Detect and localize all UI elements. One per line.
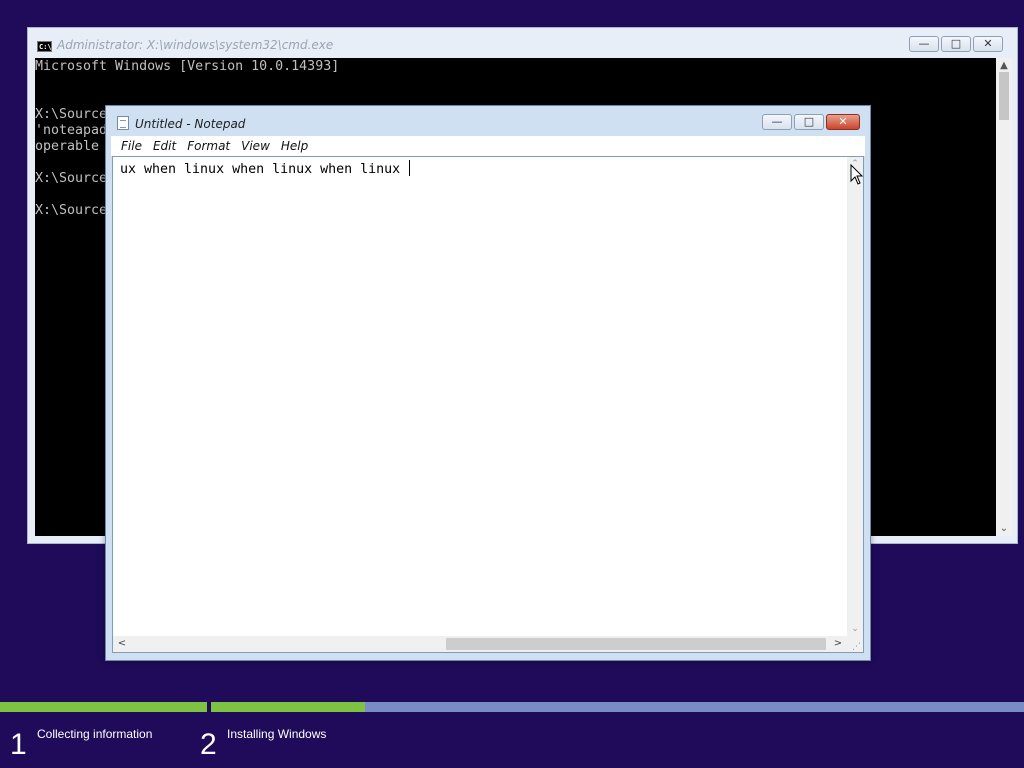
cmd-close-button[interactable]: ✕ [973, 36, 1003, 52]
notepad-icon [117, 116, 129, 130]
notepad-window[interactable]: Untitled - Notepad — □ ✕ File Edit Forma… [105, 105, 871, 661]
menu-edit[interactable]: Edit [152, 139, 177, 153]
console-line: operable [35, 139, 100, 154]
notepad-maximize-button[interactable]: □ [794, 114, 824, 130]
menu-help[interactable]: Help [280, 139, 309, 153]
scroll-down-icon[interactable]: ⌄ [996, 523, 1012, 534]
cmd-icon: C:\ [37, 41, 52, 52]
notepad-text-line: ux when linux when linux when linux [120, 160, 411, 177]
progress-segment-2 [211, 702, 1024, 712]
step-number: 1 [10, 728, 27, 761]
step-number: 2 [200, 728, 217, 761]
notepad-vertical-scrollbar[interactable]: ⌃ ⌄ [847, 157, 863, 636]
notepad-title: Untitled - Notepad [135, 117, 246, 131]
text-caret [409, 160, 411, 176]
cmd-maximize-button[interactable]: □ [941, 36, 971, 52]
cmd-scroll-thumb[interactable] [999, 72, 1009, 120]
scroll-up-icon[interactable]: ▲ [996, 60, 1012, 71]
notepad-caption-buttons: — □ ✕ [762, 114, 860, 132]
notepad-menubar: File Edit Format View Help [111, 136, 865, 156]
cmd-vertical-scrollbar[interactable]: ▲ ⌄ [996, 58, 1012, 536]
menu-file[interactable]: File [120, 139, 143, 153]
step-label: Installing Windows [227, 727, 327, 741]
cmd-minimize-button[interactable]: — [909, 36, 939, 52]
close-icon: ✕ [983, 37, 993, 50]
console-line: X:\Source [35, 203, 108, 218]
progress-fill-2 [211, 702, 366, 712]
progress-fill-1 [0, 702, 207, 712]
setup-steps: 1 Collecting information 2 Installing Wi… [0, 720, 1024, 768]
mouse-pointer-icon [850, 164, 864, 185]
scroll-down-icon[interactable]: ⌄ [847, 624, 863, 634]
console-line: Microsoft Windows [Version 10.0.14393] [35, 59, 340, 74]
progress-segment-1 [0, 702, 207, 712]
scroll-left-icon[interactable]: < [115, 636, 129, 652]
notepad-minimize-button[interactable]: — [762, 114, 792, 130]
minimize-icon: — [918, 37, 930, 50]
setup-progress [0, 702, 1024, 712]
minimize-icon: — [771, 115, 783, 128]
close-icon: ✕ [838, 115, 848, 128]
notepad-horizontal-scrollbar[interactable]: < > [113, 636, 847, 652]
scroll-right-icon[interactable]: > [831, 636, 845, 652]
cmd-window-title: Administrator: X:\windows\system32\cmd.e… [57, 38, 334, 52]
notepad-text-area[interactable]: ux when linux when linux when linux ⌃ ⌄ … [112, 156, 864, 653]
menu-view[interactable]: View [240, 139, 271, 153]
console-line: X:\Source [35, 171, 108, 186]
notepad-content: ux when linux when linux when linux [120, 162, 409, 177]
resize-grip-icon[interactable] [847, 636, 863, 652]
step-label: Collecting information [37, 727, 153, 741]
notepad-hscroll-thumb[interactable] [446, 638, 826, 650]
maximize-icon: □ [950, 37, 962, 50]
maximize-icon: □ [803, 115, 815, 128]
menu-format[interactable]: Format [186, 139, 231, 153]
notepad-close-button[interactable]: ✕ [826, 114, 860, 130]
console-line: X:\Source [35, 107, 108, 122]
cmd-caption-buttons: — □ ✕ [909, 36, 1003, 54]
cmd-titlebar[interactable]: C:\ Administrator: X:\windows\system32\c… [28, 28, 1017, 58]
console-line: 'noteapad [35, 123, 108, 138]
